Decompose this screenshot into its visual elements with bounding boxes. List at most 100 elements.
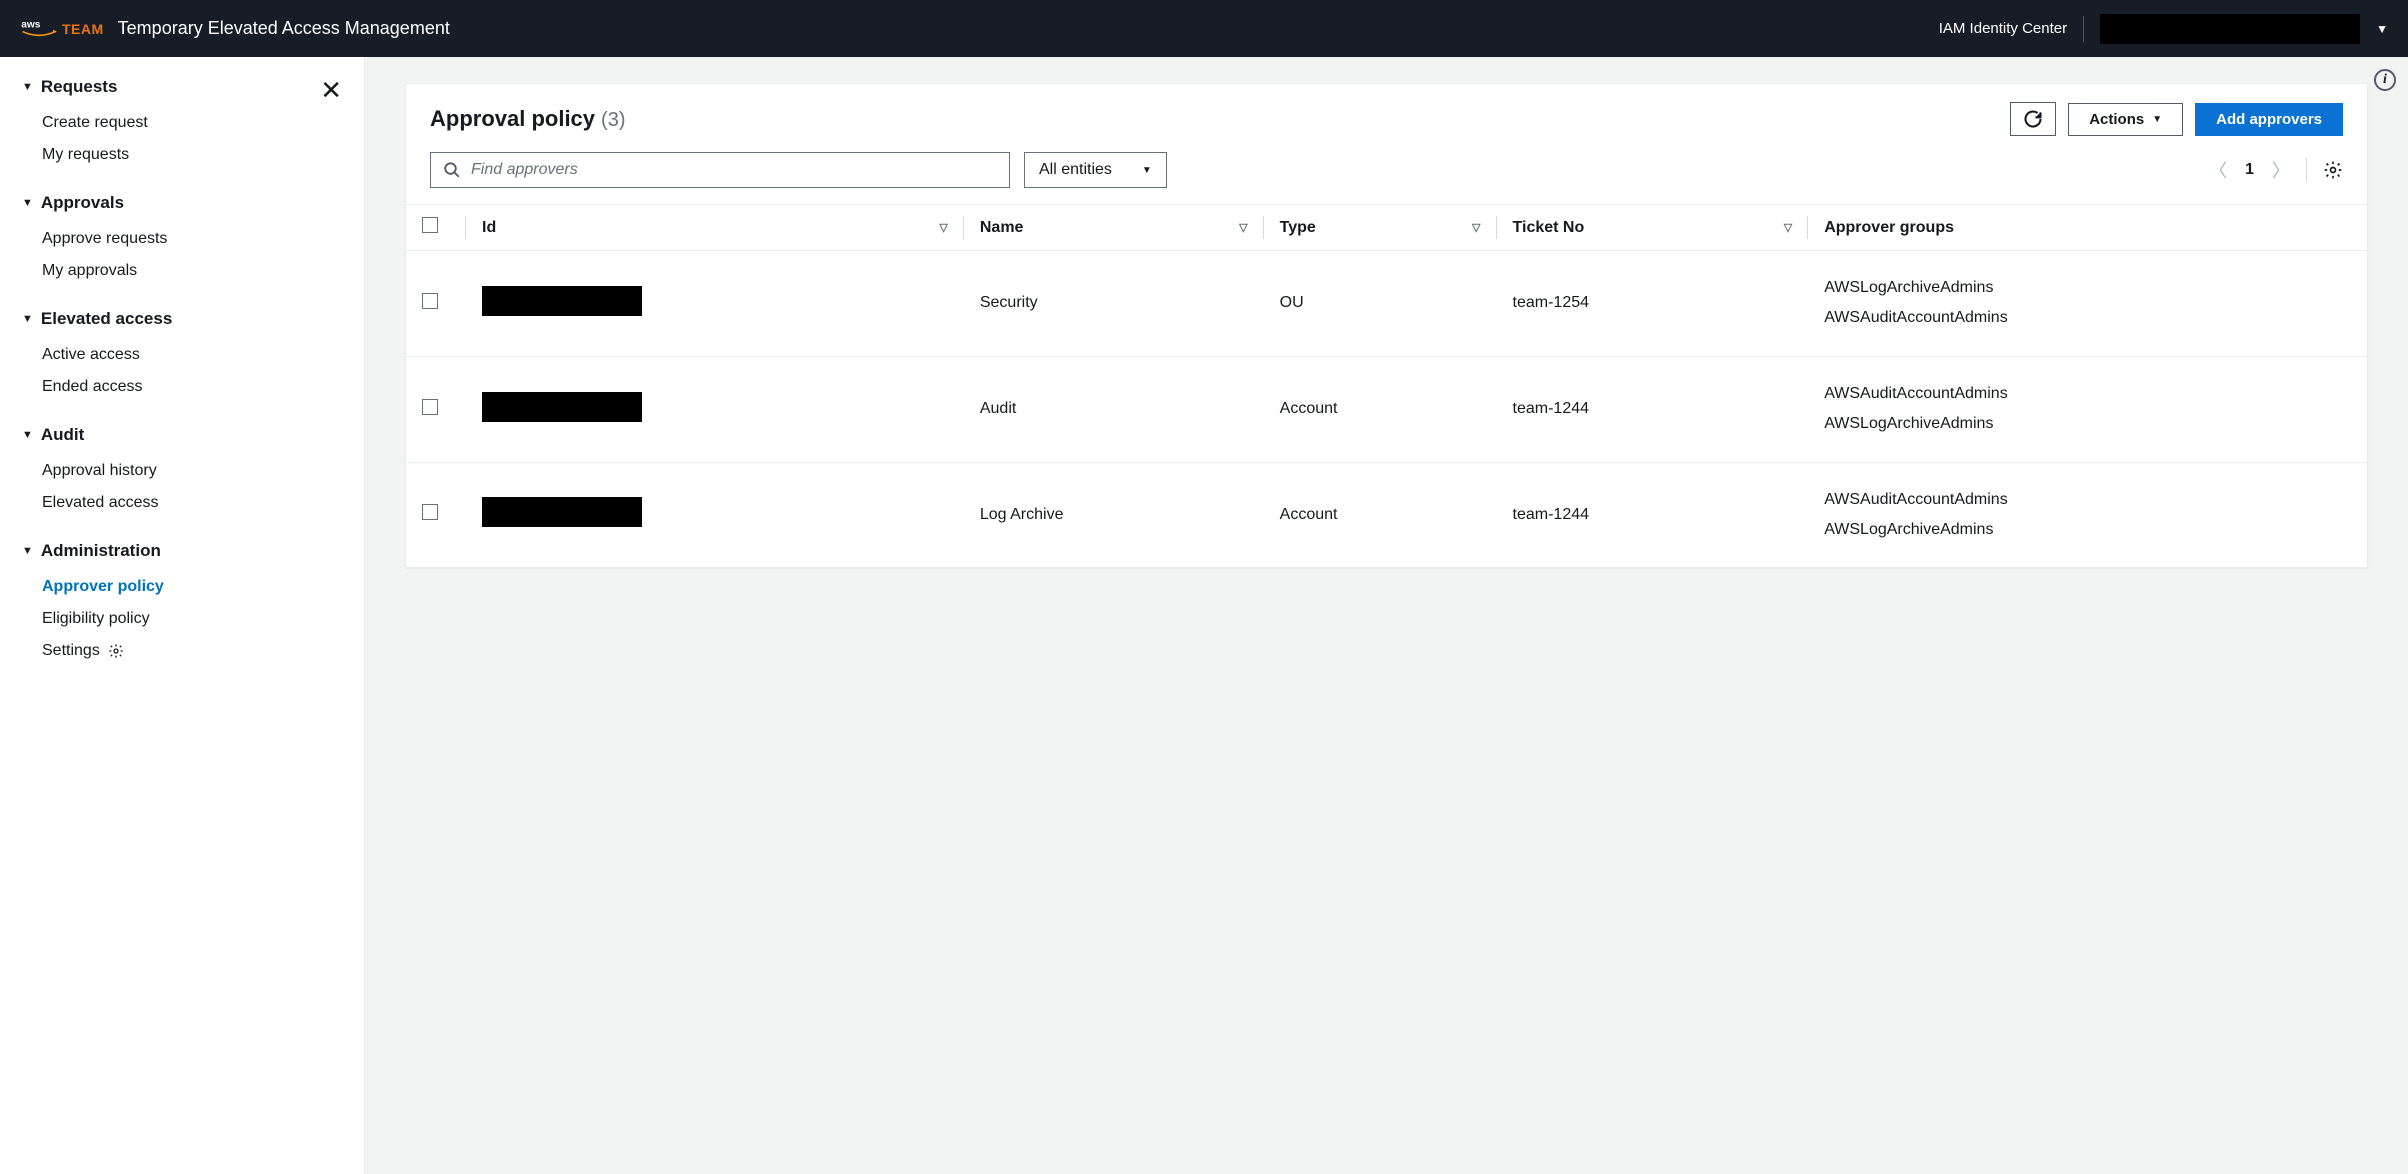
nav-section-label: Elevated access — [41, 309, 172, 329]
info-icon[interactable]: i — [2374, 69, 2396, 91]
row-checkbox[interactable] — [422, 399, 438, 415]
row-checkbox[interactable] — [422, 504, 438, 520]
page-prev-icon[interactable]: 〈 — [2209, 157, 2227, 183]
sidebar-item[interactable]: Elevated access — [22, 487, 342, 519]
sidebar-item[interactable]: My requests — [22, 139, 342, 171]
cell-ticket: team-1244 — [1497, 462, 1809, 567]
team-badge: TEAM — [62, 21, 104, 37]
gear-icon — [108, 643, 124, 659]
search-box[interactable] — [430, 152, 1010, 188]
approval-policy-card: Approval policy (3) Actions ▼ Add appr — [405, 83, 2368, 568]
page-next-icon[interactable]: 〉 — [2272, 157, 2290, 183]
identity-center-link[interactable]: IAM Identity Center — [1939, 20, 2067, 37]
top-header: aws TEAM Temporary Elevated Access Manag… — [0, 0, 2408, 57]
nav-section-header[interactable]: ▼ Elevated access — [22, 309, 342, 329]
sidebar-item-label: Ended access — [42, 378, 143, 396]
sidebar-item-label: Approve requests — [42, 230, 167, 248]
refresh-button[interactable] — [2010, 102, 2056, 136]
sidebar-item[interactable]: Active access — [22, 339, 342, 371]
nav-section-label: Requests — [41, 77, 118, 97]
entity-filter-select[interactable]: All entities ▼ — [1024, 152, 1167, 188]
sidebar-item[interactable]: Ended access — [22, 371, 342, 403]
approver-group: AWSAuditAccountAdmins — [1824, 485, 2351, 515]
sidebar-item-label: Settings — [42, 642, 100, 660]
nav-section-header[interactable]: ▼ Audit — [22, 425, 342, 445]
col-type[interactable]: Type — [1280, 219, 1316, 237]
col-name[interactable]: Name — [980, 219, 1024, 237]
sidebar-item-label: Approval history — [42, 462, 157, 480]
nav-section-label: Approvals — [41, 193, 124, 213]
caret-down-icon: ▼ — [22, 81, 33, 93]
id-redacted — [482, 286, 642, 316]
cell-type: Account — [1264, 356, 1497, 462]
sidebar-item[interactable]: Settings — [22, 635, 342, 667]
cell-name: Log Archive — [964, 462, 1264, 567]
sidebar-item[interactable]: Approver policy — [22, 571, 342, 603]
col-groups: Approver groups — [1824, 219, 1954, 236]
caret-down-icon: ▼ — [22, 197, 33, 209]
add-approvers-button[interactable]: Add approvers — [2195, 103, 2343, 136]
sidebar-item-label: Approver policy — [42, 578, 164, 596]
row-checkbox[interactable] — [422, 293, 438, 309]
divider — [2306, 158, 2307, 182]
app-title: Temporary Elevated Access Management — [118, 18, 450, 39]
close-icon[interactable]: ✕ — [320, 75, 342, 106]
card-count: (3) — [601, 109, 625, 132]
cell-name: Audit — [964, 356, 1264, 462]
sort-icon[interactable]: ▽ — [939, 221, 947, 234]
header-left: aws TEAM Temporary Elevated Access Manag… — [20, 15, 450, 43]
search-icon — [443, 161, 461, 179]
sidebar-item-label: My requests — [42, 146, 129, 164]
sidebar-item[interactable]: My approvals — [22, 255, 342, 287]
aws-logo-text: aws — [20, 15, 58, 43]
cell-type: Account — [1264, 462, 1497, 567]
sort-icon[interactable]: ▽ — [1472, 221, 1480, 234]
header-divider — [2083, 16, 2084, 42]
search-input[interactable] — [471, 161, 997, 179]
refresh-icon — [2023, 109, 2043, 129]
nav-section-header[interactable]: ▼ Requests — [22, 77, 342, 97]
caret-down-icon: ▼ — [22, 313, 33, 325]
caret-down-icon: ▼ — [2152, 114, 2162, 125]
col-ticket[interactable]: Ticket No — [1513, 219, 1585, 237]
nav-section-label: Audit — [41, 425, 84, 445]
table-row: SecurityOUteam-1254AWSLogArchiveAdminsAW… — [406, 251, 2367, 357]
approver-group: AWSLogArchiveAdmins — [1824, 273, 2351, 303]
col-id[interactable]: Id — [482, 219, 496, 237]
sidebar-item-label: Create request — [42, 114, 148, 132]
nav-section-header[interactable]: ▼Administration — [22, 541, 342, 561]
sidebar-item[interactable]: Approval history — [22, 455, 342, 487]
sort-icon[interactable]: ▽ — [1784, 221, 1792, 234]
cell-ticket: team-1254 — [1497, 251, 1809, 357]
cell-groups: AWSAuditAccountAdminsAWSLogArchiveAdmins — [1808, 462, 2367, 567]
actions-button[interactable]: Actions ▼ — [2068, 103, 2183, 136]
sidebar-item[interactable]: Approve requests — [22, 223, 342, 255]
entity-filter-label: All entities — [1039, 161, 1112, 179]
approver-group: AWSAuditAccountAdmins — [1824, 379, 2351, 409]
actions-label: Actions — [2089, 111, 2144, 128]
sort-icon[interactable]: ▽ — [1239, 221, 1247, 234]
sidebar-item[interactable]: Eligibility policy — [22, 603, 342, 635]
select-all-checkbox[interactable] — [422, 217, 438, 233]
main-content: i Approval policy (3) Actions — [365, 57, 2408, 1174]
page-number: 1 — [2245, 161, 2254, 179]
cell-type: OU — [1264, 251, 1497, 357]
cell-ticket: team-1244 — [1497, 356, 1809, 462]
account-redacted — [2100, 14, 2360, 44]
nav-section-header[interactable]: ▼ Approvals — [22, 193, 342, 213]
table-row: AuditAccountteam-1244AWSAuditAccountAdmi… — [406, 356, 2367, 462]
pagination: 〈 1 〉 — [2209, 157, 2290, 183]
aws-logo: aws TEAM — [20, 15, 104, 43]
cell-name: Security — [964, 251, 1264, 357]
settings-gear-icon[interactable] — [2323, 160, 2343, 180]
card-header: Approval policy (3) Actions ▼ Add appr — [406, 84, 2367, 152]
caret-down-icon: ▼ — [1142, 165, 1152, 176]
cell-groups: AWSLogArchiveAdminsAWSAuditAccountAdmins — [1808, 251, 2367, 357]
cell-groups: AWSAuditAccountAdminsAWSLogArchiveAdmins — [1808, 356, 2367, 462]
chevron-down-icon[interactable]: ▼ — [2376, 22, 2388, 36]
caret-down-icon: ▼ — [22, 429, 33, 441]
sidebar-item[interactable]: Create request — [22, 107, 342, 139]
id-redacted — [482, 392, 642, 422]
sidebar: ✕ ▼ Requests Create request My requests ▼ App… — [0, 57, 365, 1174]
id-redacted — [482, 497, 642, 527]
